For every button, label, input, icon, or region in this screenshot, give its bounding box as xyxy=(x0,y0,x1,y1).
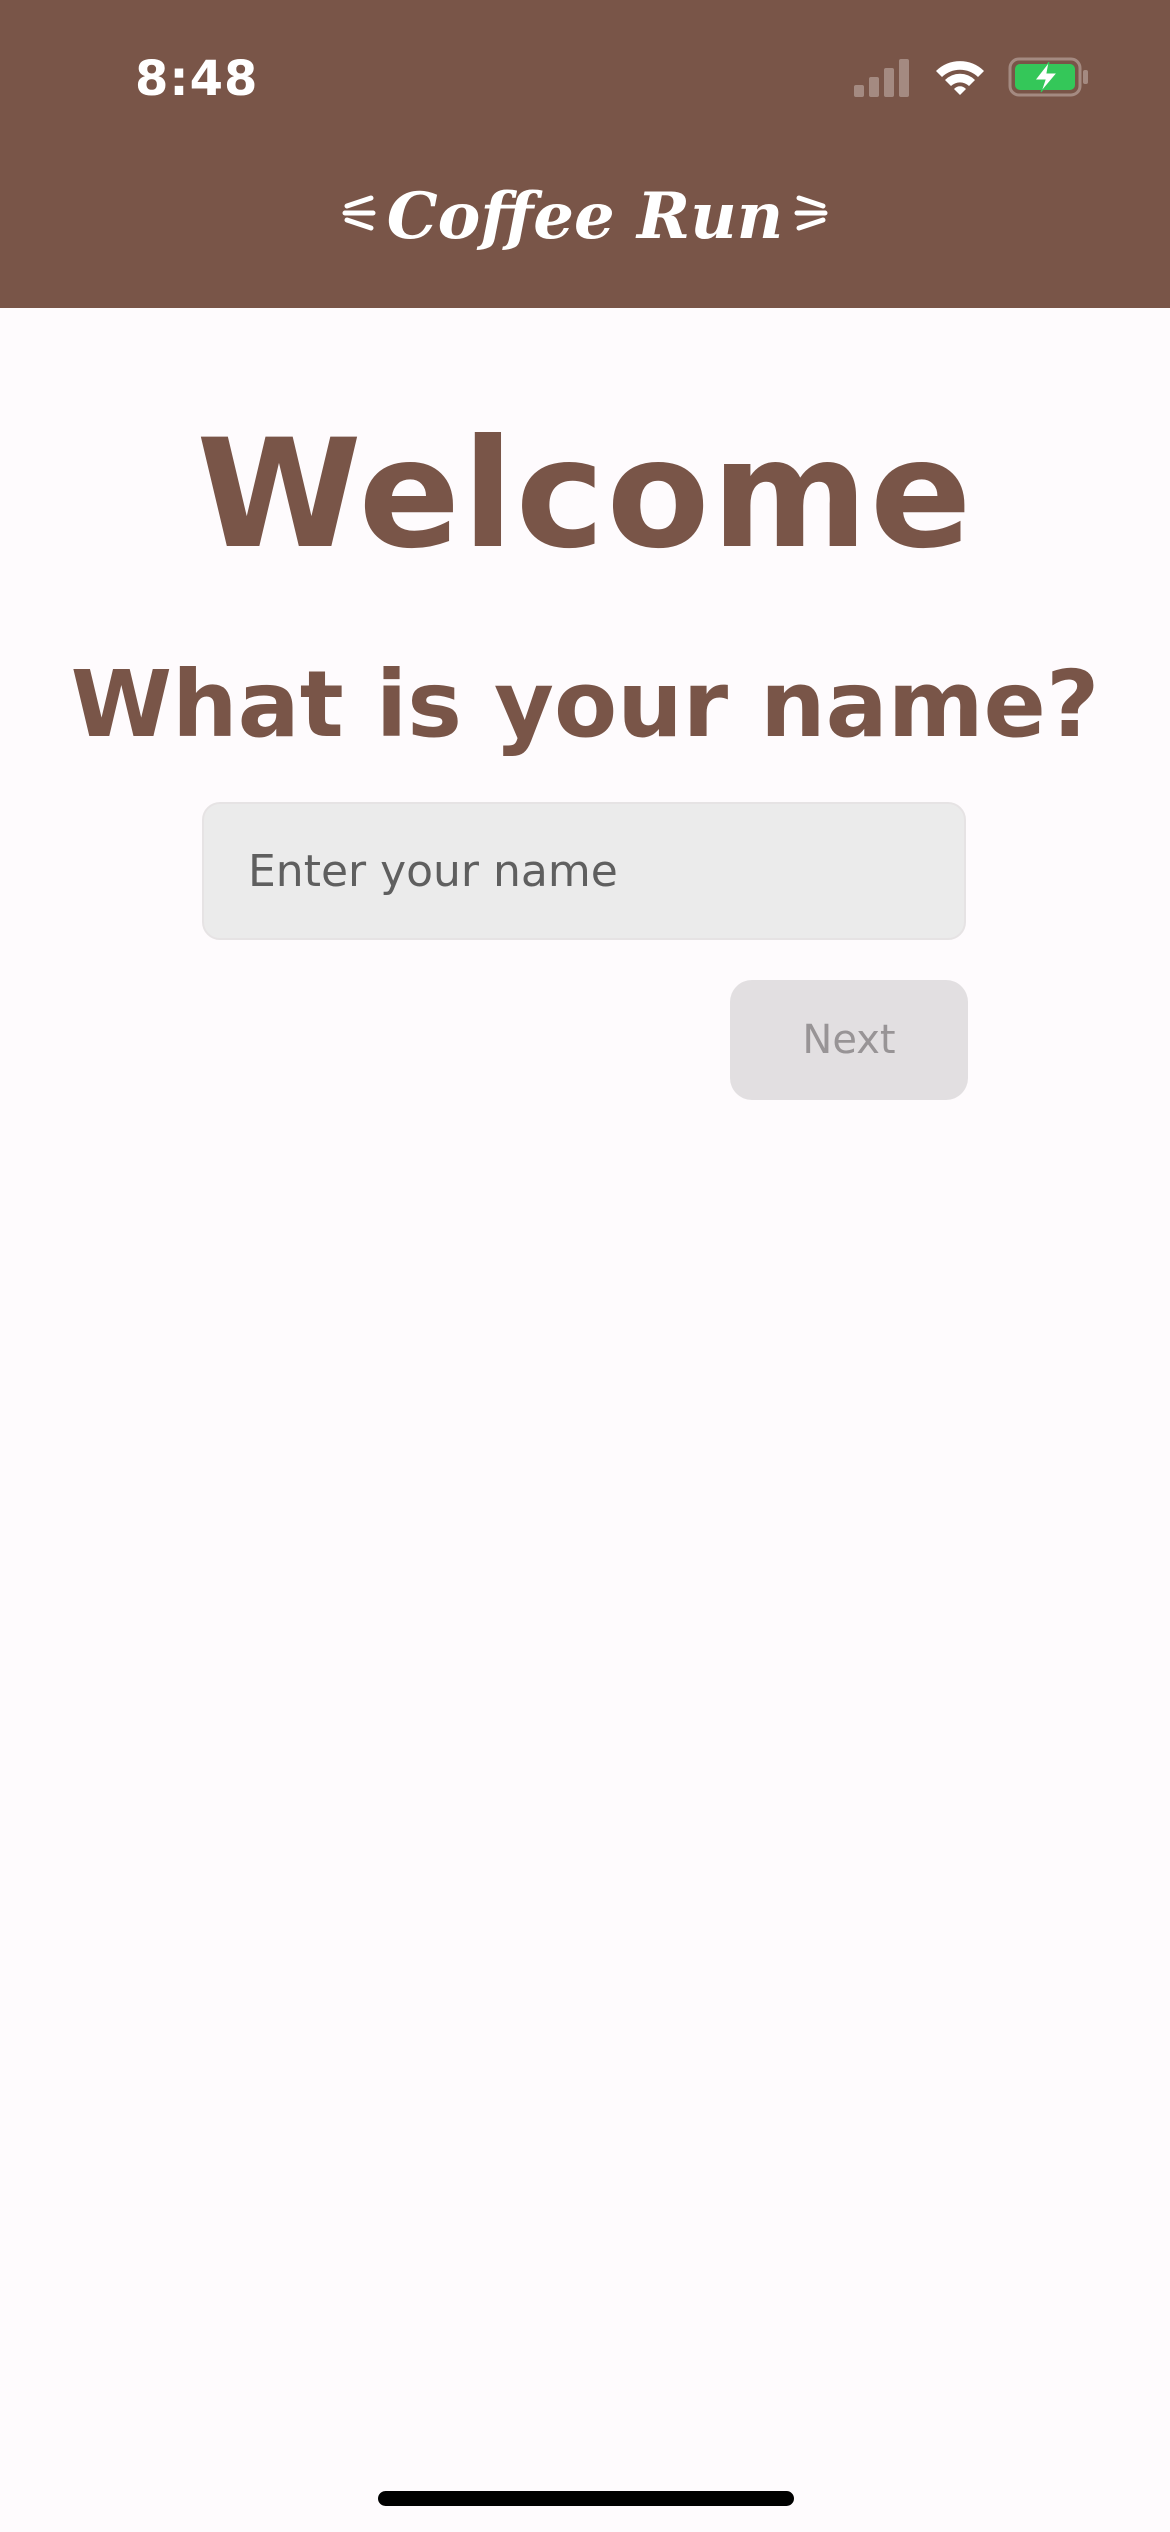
next-button[interactable]: Next xyxy=(730,980,968,1100)
name-input[interactable] xyxy=(202,802,966,940)
home-indicator[interactable] xyxy=(378,2491,794,2506)
right-sparkle-icon xyxy=(793,162,829,272)
cellular-signal-icon xyxy=(852,57,912,101)
status-icons xyxy=(852,52,1090,106)
status-time: 8:48 xyxy=(135,51,259,107)
name-question: What is your name? xyxy=(70,651,1100,758)
app-title: Coffee Run xyxy=(386,179,784,254)
wifi-icon xyxy=(934,57,986,101)
welcome-heading: Welcome xyxy=(196,408,974,582)
app-title-container: Coffee Run xyxy=(0,162,1170,272)
app-bar: 8:48 Coffee Run xyxy=(0,0,1170,308)
battery-charging-icon xyxy=(1008,55,1090,103)
left-sparkle-icon xyxy=(341,162,377,272)
